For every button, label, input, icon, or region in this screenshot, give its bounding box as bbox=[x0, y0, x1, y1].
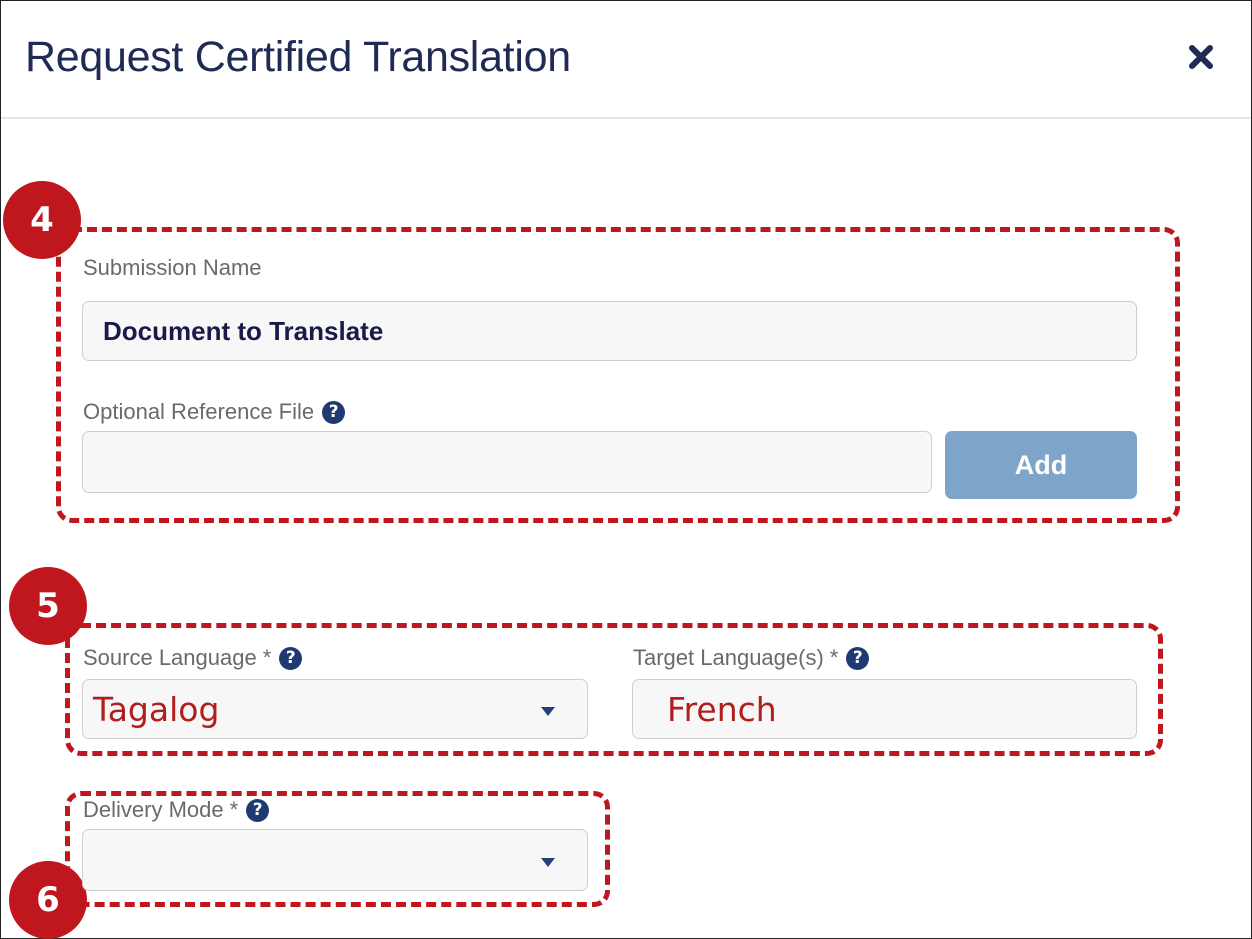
dialog-header: Request Certified Translation bbox=[1, 1, 1251, 119]
delivery-mode-required-mark: * bbox=[229, 797, 239, 822]
source-language-required-mark: * bbox=[262, 645, 272, 670]
caret-down-icon bbox=[541, 858, 555, 867]
source-language-select[interactable]: Tagalog bbox=[82, 679, 588, 739]
step-6-badge: 6 bbox=[9, 861, 87, 939]
step-4-badge: 4 bbox=[3, 181, 81, 259]
source-language-label-text: Source Language bbox=[83, 645, 257, 670]
reference-file-help-icon[interactable]: ? bbox=[322, 400, 346, 424]
delivery-mode-help-icon[interactable]: ? bbox=[246, 798, 270, 822]
delivery-mode-label: Delivery Mode * ? bbox=[83, 797, 270, 823]
submission-name-value: Document to Translate bbox=[103, 315, 384, 346]
reference-file-input[interactable] bbox=[82, 431, 932, 493]
source-language-help-icon[interactable]: ? bbox=[279, 646, 303, 670]
target-language-value: French bbox=[667, 689, 777, 729]
delivery-mode-select[interactable] bbox=[82, 829, 588, 891]
close-button[interactable] bbox=[1181, 37, 1221, 77]
submission-name-label-text: Submission Name bbox=[83, 255, 262, 280]
dialog: Request Certified Translation 4 Submissi… bbox=[0, 0, 1252, 939]
delivery-mode-label-text: Delivery Mode bbox=[83, 797, 224, 822]
target-language-help-icon[interactable]: ? bbox=[846, 646, 870, 670]
dialog-title: Request Certified Translation bbox=[25, 33, 571, 81]
submission-name-input[interactable]: Document to Translate bbox=[82, 301, 1137, 361]
reference-file-label-text: Optional Reference File bbox=[83, 399, 315, 424]
target-language-required-mark: * bbox=[829, 645, 839, 670]
reference-file-label: Optional Reference File ? bbox=[83, 399, 346, 425]
add-reference-file-button[interactable]: Add bbox=[945, 431, 1137, 499]
target-language-input[interactable]: French bbox=[632, 679, 1137, 739]
target-language-label: Target Language(s) * ? bbox=[633, 645, 870, 671]
source-language-label: Source Language * ? bbox=[83, 645, 303, 671]
target-language-label-text: Target Language(s) bbox=[633, 645, 824, 670]
close-icon bbox=[1189, 45, 1213, 69]
source-language-value: Tagalog bbox=[93, 689, 220, 729]
caret-down-icon bbox=[541, 707, 555, 716]
step-5-badge: 5 bbox=[9, 567, 87, 645]
submission-name-label: Submission Name bbox=[83, 255, 262, 281]
